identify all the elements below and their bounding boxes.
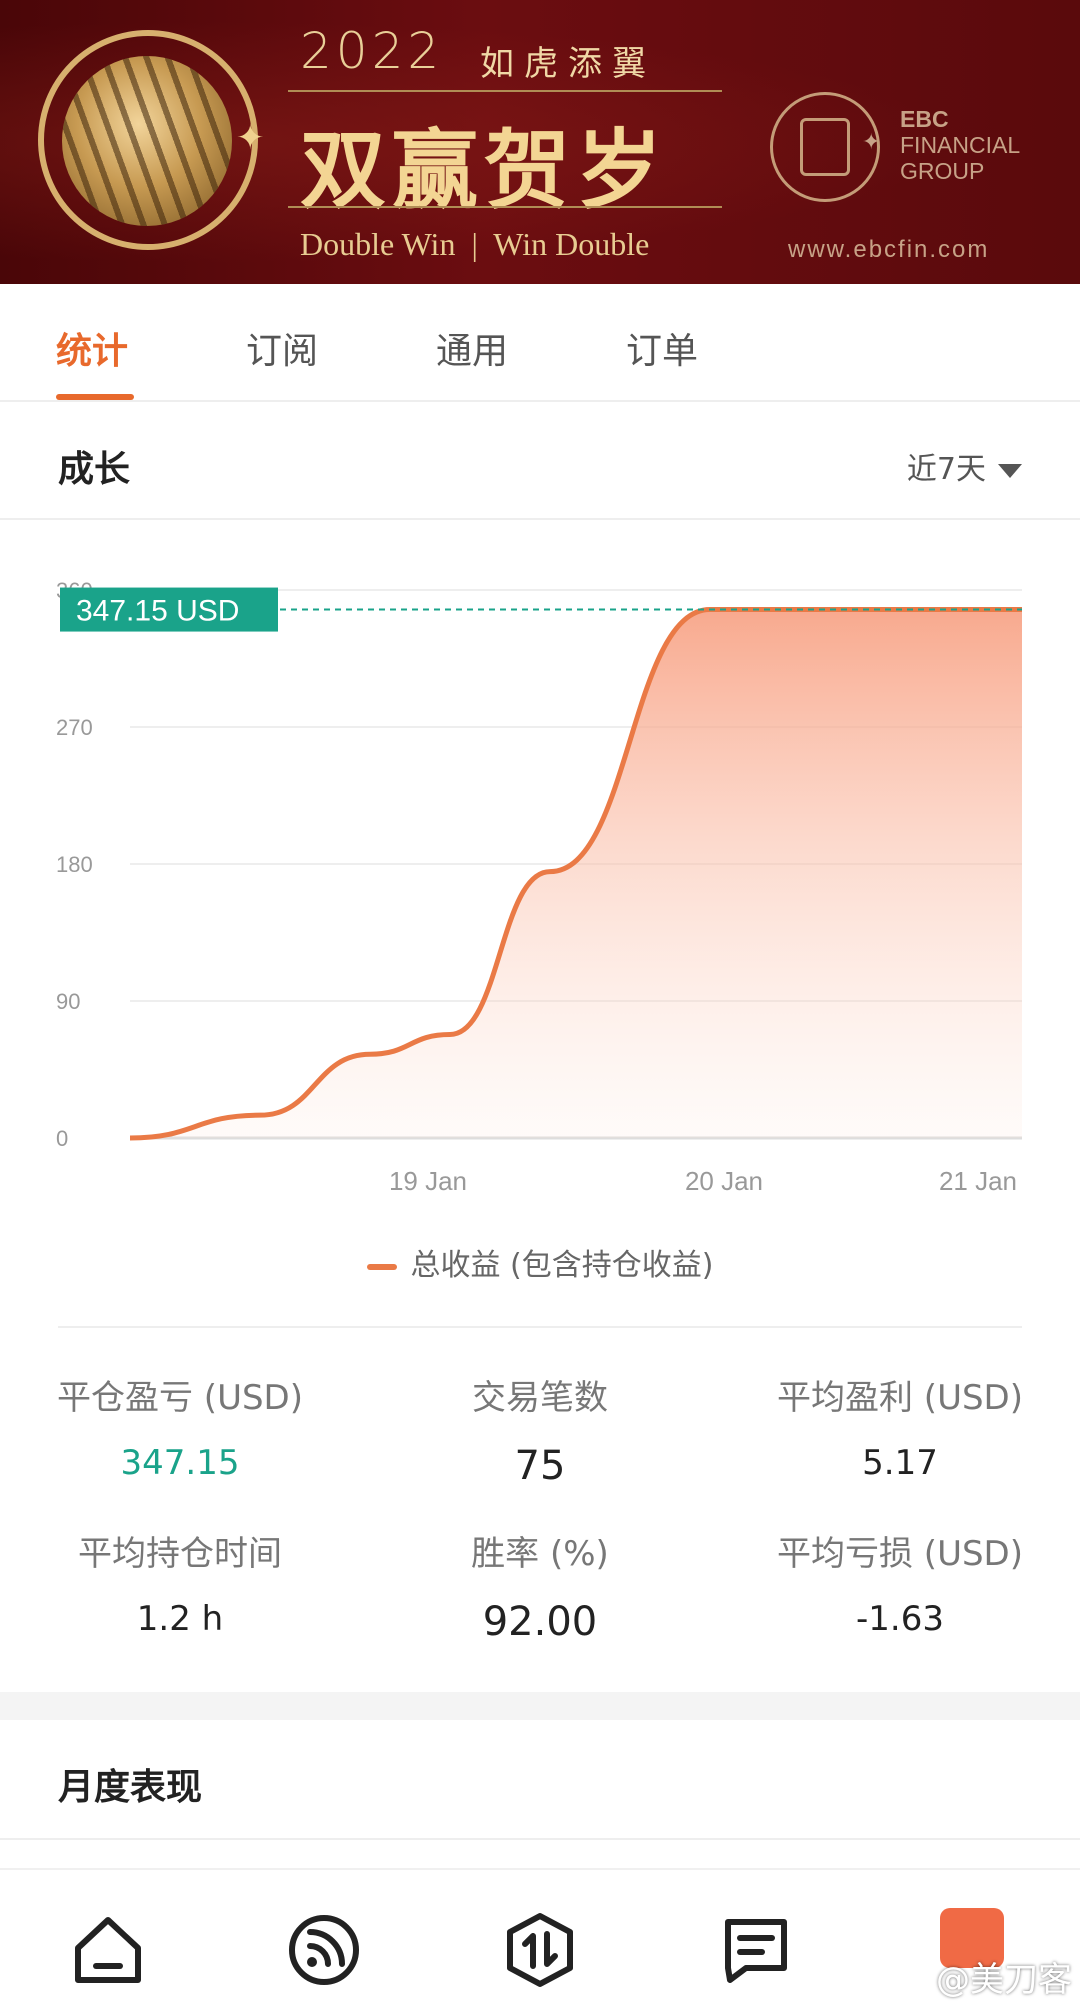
y-tick-label: 270 bbox=[56, 715, 93, 740]
tab-orders[interactable]: 订单 bbox=[626, 322, 698, 374]
top-tabs: 统计 订阅 通用 订单 bbox=[0, 284, 1080, 402]
active-tab-indicator bbox=[56, 394, 134, 400]
stat-value: 5.17 bbox=[862, 1443, 938, 1483]
trade-icon[interactable] bbox=[500, 1910, 580, 1990]
series-area bbox=[130, 609, 1022, 1138]
banner-divider-top bbox=[288, 90, 722, 92]
chart-legend[interactable]: 总收益 (包含持仓收益) bbox=[0, 1240, 1080, 1284]
stat-win-rate: 胜率 (%) 92.00 bbox=[360, 1526, 720, 1645]
section-gap bbox=[0, 1692, 1080, 1720]
banner-subtitle: 如虎添翼 bbox=[480, 44, 656, 84]
sparkle-icon: ✦ bbox=[236, 118, 265, 158]
stat-label: 平均亏损 (USD) bbox=[777, 1534, 1023, 1574]
growth-header: 成长 近7天 bbox=[0, 404, 1080, 520]
tiger-stripes bbox=[62, 56, 232, 226]
sparkle-small-icon: ✦ bbox=[862, 130, 881, 155]
range-label: 近7天 bbox=[906, 452, 986, 487]
current-value-label: 347.15 USD bbox=[76, 595, 239, 628]
banner-english: Double Win | Win Double bbox=[300, 226, 650, 262]
x-tick-label: 19 Jan bbox=[389, 1166, 467, 1196]
growth-title: 成长 bbox=[58, 449, 131, 490]
stat-value: 92.00 bbox=[482, 1599, 598, 1645]
ebc-logo-mark bbox=[800, 118, 850, 176]
x-tick-label: 21 Jan bbox=[939, 1166, 1017, 1196]
tab-general[interactable]: 通用 bbox=[436, 322, 508, 374]
y-tick-label: 90 bbox=[56, 989, 80, 1014]
ebc-brand-name: EBC FINANCIAL GROUP bbox=[900, 106, 1021, 184]
promo-banner[interactable]: ✦ 2022 如虎添翼 双赢贺岁 Double Win | Win Double… bbox=[0, 0, 1080, 284]
stat-value: -1.63 bbox=[856, 1599, 944, 1639]
growth-chart[interactable]: 090180270360 19 Jan20 Jan21 Jan 347.15 U… bbox=[0, 540, 1080, 1320]
y-tick-label: 180 bbox=[56, 852, 93, 877]
monthly-performance-header[interactable]: 月度表现 bbox=[0, 1720, 1080, 1840]
banner-year: 2022 bbox=[300, 22, 444, 80]
legend-label: 总收益 (包含持仓收益) bbox=[410, 1248, 714, 1283]
stat-trades: 交易笔数 75 bbox=[360, 1370, 720, 1489]
stat-value: 1.2 h bbox=[136, 1599, 224, 1639]
banner-url: www.ebcfin.com bbox=[788, 236, 990, 263]
stat-avg-hold: 平均持仓时间 1.2 h bbox=[0, 1526, 360, 1639]
stat-label: 平均盈利 (USD) bbox=[777, 1378, 1023, 1418]
range-dropdown[interactable]: 近7天 bbox=[907, 444, 1022, 488]
messages-icon[interactable] bbox=[716, 1910, 796, 1990]
y-tick-label: 0 bbox=[56, 1126, 68, 1151]
stat-avg-loss: 平均亏损 (USD) -1.63 bbox=[720, 1526, 1080, 1639]
section-divider bbox=[58, 1326, 1022, 1328]
monthly-title: 月度表现 bbox=[58, 1767, 203, 1808]
stat-closed-pnl: 平仓盈亏 (USD) 347.15 bbox=[0, 1370, 360, 1483]
growth-chart-svg: 090180270360 19 Jan20 Jan21 Jan 347.15 U… bbox=[56, 578, 1022, 1196]
banner-divider-bottom bbox=[288, 206, 722, 208]
stat-label: 平均持仓时间 bbox=[78, 1534, 282, 1574]
feed-icon[interactable] bbox=[284, 1910, 364, 1990]
watermark: @美刀客 bbox=[936, 1960, 1072, 2000]
caret-down-icon bbox=[998, 463, 1022, 478]
stat-value: 75 bbox=[514, 1443, 566, 1489]
tab-statistics[interactable]: 统计 bbox=[56, 322, 128, 374]
home-icon[interactable] bbox=[68, 1910, 148, 1990]
stat-label: 胜率 (%) bbox=[471, 1534, 609, 1574]
stat-avg-profit: 平均盈利 (USD) 5.17 bbox=[720, 1370, 1080, 1483]
stat-label: 交易笔数 bbox=[472, 1378, 608, 1418]
stat-value: 347.15 bbox=[120, 1443, 240, 1483]
x-tick-label: 20 Jan bbox=[685, 1166, 763, 1196]
tab-subscribe[interactable]: 订阅 bbox=[246, 322, 318, 374]
bottom-nav: @美刀客 bbox=[0, 1868, 1080, 2016]
stat-label: 平仓盈亏 (USD) bbox=[57, 1378, 303, 1418]
legend-swatch bbox=[366, 1263, 397, 1270]
